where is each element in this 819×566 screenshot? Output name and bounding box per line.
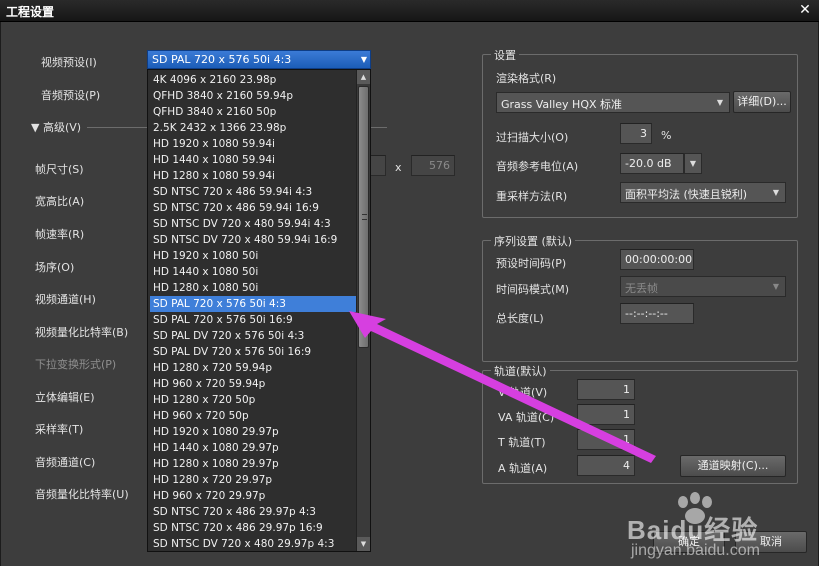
sample-rate-label: 采样率(T) — [35, 423, 84, 436]
aspect-label: 宽高比(A) — [35, 195, 85, 208]
baidu-watermark: Baidu经验 jingyan.baidu.com — [591, 492, 819, 566]
preset-list-item[interactable]: HD 1280 x 1080 50i — [150, 280, 356, 296]
scroll-down-icon[interactable]: ▼ — [357, 537, 370, 551]
timecode-mode-label: 时间码模式(M) — [496, 283, 570, 296]
render-format-value: Grass Valley HQX 标准 — [501, 98, 623, 111]
chevron-down-icon: ▼ — [772, 282, 780, 291]
v-track-field[interactable]: 1 — [577, 379, 635, 400]
audio-channel-label: 音频通道(C) — [35, 456, 96, 469]
chevron-down-icon: ▼ — [360, 55, 367, 64]
preset-list-item[interactable]: HD 1920 x 1080 29.97p — [150, 424, 356, 440]
render-format-label: 渲染格式(R) — [496, 72, 557, 85]
preset-list-item[interactable]: QFHD 3840 x 2160 59.94p — [150, 88, 356, 104]
preset-list-item[interactable]: HD 1440 x 1080 50i — [150, 264, 356, 280]
scrollbar-thumb[interactable] — [358, 86, 369, 348]
field-order-label: 场序(O) — [35, 261, 75, 274]
preset-list-item[interactable]: 4K 4096 x 2160 23.98p — [150, 72, 356, 88]
chevron-down-icon: ▼ — [772, 188, 780, 197]
preset-list-item[interactable]: SD NTSC 720 x 486 29.97p 16:9 — [150, 520, 356, 536]
length-label: 总长度(L) — [496, 312, 544, 325]
grip-icon — [362, 214, 367, 220]
video-preset-label: 视频预设(I) — [41, 56, 97, 69]
preset-list-item[interactable]: SD PAL DV 720 x 576 50i 4:3 — [150, 328, 356, 344]
preset-list-item[interactable]: HD 1280 x 720 50p — [150, 392, 356, 408]
timecode-field[interactable]: 00:00:00:00 — [620, 249, 694, 270]
video-quant-label: 视频量化比特率(B) — [35, 326, 129, 339]
sequence-group-title: 序列设置 (默认) — [491, 233, 576, 249]
preset-list-item[interactable]: QFHD 3840 x 2160 50p — [150, 104, 356, 120]
title-bar: 工程设置 ✕ — [0, 0, 819, 22]
chevron-down-icon: ▼ — [716, 98, 724, 107]
advanced-label: 高级(V) — [42, 121, 82, 134]
render-format-select[interactable]: Grass Valley HQX 标准 ▼ — [496, 92, 730, 113]
frame-x-label: x — [395, 161, 402, 174]
preset-list-item[interactable]: SD NTSC DV 720 x 480 29.97p 4:3 — [150, 536, 356, 551]
preset-list-scrollbar[interactable]: ▲ ▼ — [356, 70, 370, 551]
overscan-label: 过扫描大小(O) — [496, 131, 569, 144]
window-title: 工程设置 — [6, 5, 55, 19]
length-field[interactable]: --:--:--:-- — [620, 303, 694, 324]
triangle-down-icon: ▼ — [31, 121, 40, 134]
audio-ref-field[interactable]: -20.0 dB — [620, 153, 684, 174]
timecode-mode-select[interactable]: 无丢帧 ▼ — [620, 276, 786, 297]
preset-list-item[interactable]: SD NTSC 720 x 486 29.97p 4:3 — [150, 504, 356, 520]
a-track-label: A 轨道(A) — [498, 462, 548, 475]
preset-list-item[interactable]: HD 960 x 720 29.97p — [150, 488, 356, 504]
video-channel-label: 视频通道(H) — [35, 293, 96, 306]
preset-list-item[interactable]: HD 1280 x 720 59.94p — [150, 360, 356, 376]
frame-size-label: 帧尺寸(S) — [35, 163, 84, 176]
advanced-toggle[interactable]: ▼ 高级(V) — [31, 119, 81, 135]
preset-list-item[interactable]: HD 960 x 720 59.94p — [150, 376, 356, 392]
audio-ref-dropdown[interactable]: ▼ — [684, 153, 702, 174]
preset-list-item[interactable]: SD PAL 720 x 576 50i 4:3 — [150, 296, 356, 312]
preset-list-item[interactable]: SD NTSC DV 720 x 480 59.94i 4:3 — [150, 216, 356, 232]
preset-list-item[interactable]: HD 1280 x 1080 29.97p — [150, 456, 356, 472]
frame-rate-label: 帧速率(R) — [35, 228, 85, 241]
video-preset-select[interactable]: SD PAL 720 x 576 50i 4:3 ▼ — [147, 50, 371, 69]
preset-list-item[interactable]: SD NTSC 720 x 486 59.94i 16:9 — [150, 200, 356, 216]
watermark-url: jingyan.baidu.com — [631, 542, 760, 559]
preset-list-item[interactable]: SD PAL 720 x 576 50i 16:9 — [150, 312, 356, 328]
audio-preset-label: 音频预设(P) — [41, 89, 101, 102]
project-settings-dialog: 视频预设(I) 音频预设(P) ▼ 高级(V) 帧尺寸(S) x 576 宽高比… — [0, 22, 819, 566]
a-track-field[interactable]: 4 — [577, 455, 635, 476]
pulldown-label: 下拉变换形式(P) — [35, 358, 117, 371]
v-track-label: V 轨道(V) — [498, 386, 548, 399]
va-track-field[interactable]: 1 — [577, 404, 635, 425]
preset-list-item[interactable]: SD NTSC 720 x 486 59.94i 4:3 — [150, 184, 356, 200]
resample-select[interactable]: 面积平均法 (快速且锐利) ▼ — [620, 182, 786, 203]
stereo-edit-label: 立体编辑(E) — [35, 391, 95, 404]
resample-label: 重采样方法(R) — [496, 190, 568, 203]
chevron-down-icon: ▼ — [689, 159, 697, 168]
timecode-label: 预设时间码(P) — [496, 257, 567, 270]
settings-group-title: 设置 — [491, 47, 519, 63]
preset-list-item[interactable]: HD 1280 x 720 29.97p — [150, 472, 356, 488]
va-track-label: VA 轨道(C) — [498, 411, 555, 424]
tracks-group-title: 轨道(默认) — [491, 363, 550, 379]
preset-list-item[interactable]: HD 1440 x 1080 29.97p — [150, 440, 356, 456]
frame-height-field: 576 — [411, 155, 455, 176]
audio-quant-label: 音频量化比特率(U) — [35, 488, 129, 501]
preset-list-item[interactable]: 2.5K 2432 x 1366 23.98p — [150, 120, 356, 136]
audio-ref-label: 音频参考电位(A) — [496, 160, 579, 173]
timecode-mode-value: 无丢帧 — [625, 282, 658, 295]
preset-list-item[interactable]: HD 1440 x 1080 59.94i — [150, 152, 356, 168]
preset-list-item[interactable]: HD 1920 x 1080 50i — [150, 248, 356, 264]
detail-button[interactable]: 详细(D)... — [733, 91, 791, 113]
preset-list-item[interactable]: SD PAL DV 720 x 576 50i 16:9 — [150, 344, 356, 360]
video-preset-list[interactable]: ▲ ▼ 4K 4096 x 2160 23.98p QFHD 3840 x 216… — [147, 69, 371, 552]
scroll-up-icon[interactable]: ▲ — [357, 70, 370, 84]
close-icon[interactable]: ✕ — [797, 2, 813, 18]
overscan-unit: % — [661, 129, 672, 142]
video-preset-value: SD PAL 720 x 576 50i 4:3 — [152, 53, 292, 66]
preset-list-item[interactable]: HD 960 x 720 50p — [150, 408, 356, 424]
overscan-field[interactable]: 3 — [620, 123, 652, 144]
preset-list-item[interactable]: HD 1920 x 1080 59.94i — [150, 136, 356, 152]
channel-map-button[interactable]: 通道映射(C)... — [680, 455, 786, 477]
t-track-label: T 轨道(T) — [498, 436, 546, 449]
t-track-field[interactable]: 1 — [577, 429, 635, 450]
preset-list-item[interactable]: HD 1280 x 1080 59.94i — [150, 168, 356, 184]
resample-value: 面积平均法 (快速且锐利) — [625, 188, 748, 201]
preset-list-item[interactable]: SD NTSC DV 720 x 480 59.94i 16:9 — [150, 232, 356, 248]
